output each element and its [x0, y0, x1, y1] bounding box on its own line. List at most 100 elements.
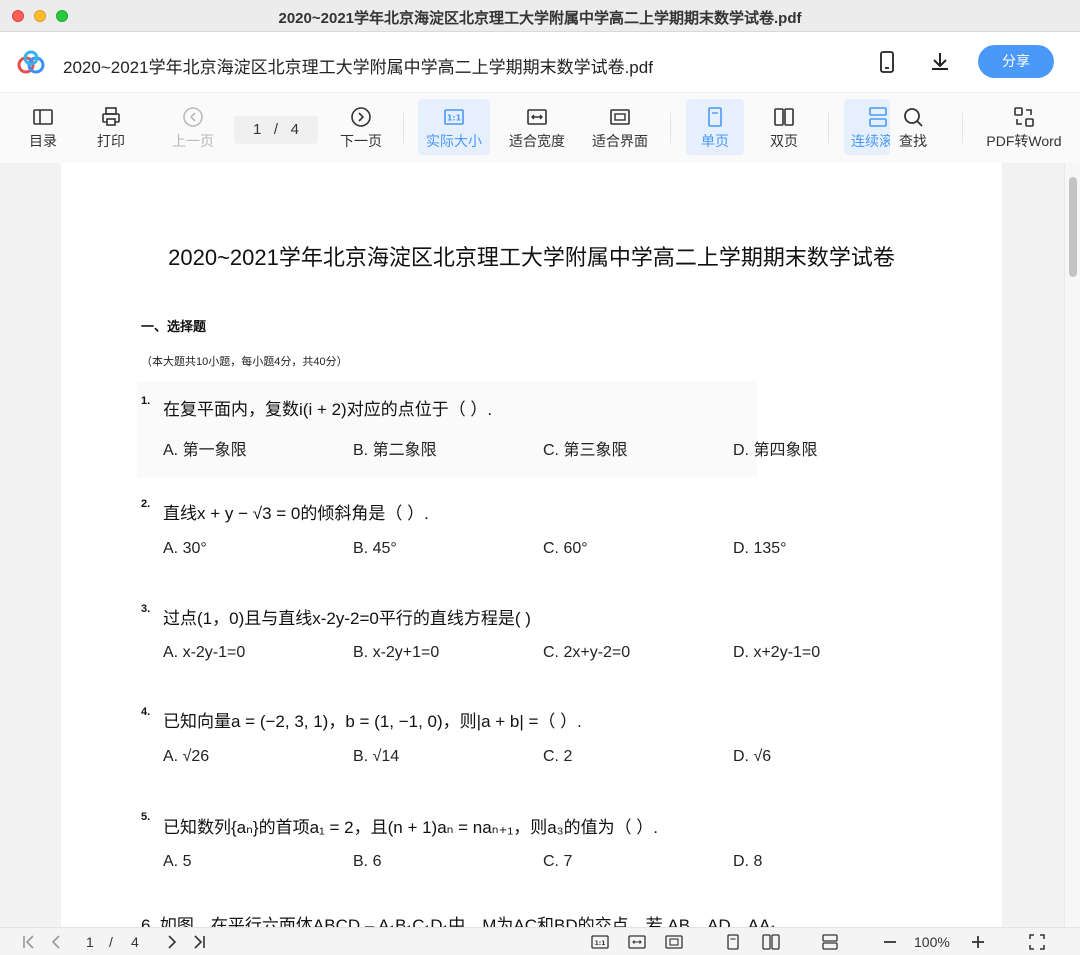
- next-page-label: 下一页: [340, 133, 382, 149]
- option-a: A. 5: [163, 853, 192, 870]
- question-number: 1.: [141, 395, 151, 407]
- option-b: B. x-2y+1=0: [353, 644, 440, 661]
- option-c: C. 第三象限: [543, 442, 628, 459]
- toc-label: 目录: [29, 133, 57, 149]
- page-separator: /: [273, 121, 279, 138]
- single-page-icon[interactable]: [724, 933, 742, 951]
- fit-page-label: 适合界面: [592, 133, 648, 149]
- continuous-scroll-button[interactable]: 连续滚: [844, 99, 890, 155]
- option-d: D. 8: [733, 853, 763, 870]
- single-page-button[interactable]: 单页: [686, 99, 744, 155]
- zoom-level[interactable]: 100%: [914, 934, 950, 950]
- window-titlebar: 2020~2021学年北京海淀区北京理工大学附属中学高二上学期期末数学试卷.pd…: [0, 0, 1080, 32]
- double-page-icon: [774, 108, 794, 126]
- fit-page-icon: [610, 109, 630, 125]
- continuous-scroll-icon[interactable]: [821, 933, 839, 951]
- search-button[interactable]: 查找: [890, 99, 936, 155]
- option-a: A. 第一象限: [163, 442, 247, 459]
- section-note: （本大题共10小题，每小题4分，共40分）: [141, 356, 348, 368]
- prev-page-label: 上一页: [172, 133, 214, 149]
- pdf-page: 2020~2021学年北京海淀区北京理工大学附属中学高二上学期期末数学试卷 一、…: [61, 163, 1002, 927]
- fit-width-button[interactable]: 适合宽度: [503, 99, 571, 155]
- convert-icon: [1014, 107, 1034, 127]
- next-page-icon[interactable]: [162, 933, 180, 951]
- toolbar-divider: [403, 113, 404, 143]
- actual-size-label: 实际大小: [426, 133, 482, 149]
- question-text: 已知数列{aₙ}的首项a₁ = 2，且(n + 1)aₙ = naₙ₊₁，则a₃…: [163, 818, 659, 837]
- share-button[interactable]: 分享: [978, 45, 1054, 78]
- bottom-total-pages: 4: [131, 934, 139, 950]
- option-b: B. √14: [353, 748, 400, 765]
- question-text-partial: 6. 如图，在平行六面体ABCD – A₁B₁C₁D₁中，M为AC和BD的交点，…: [141, 916, 777, 927]
- question-number: 2.: [141, 498, 151, 510]
- window-title: 2020~2021学年北京海淀区北京理工大学附属中学高二上学期期末数学试卷.pd…: [278, 10, 802, 27]
- page-number-input[interactable]: 1 / 4: [234, 116, 318, 144]
- actual-size-icon[interactable]: 1:1: [591, 933, 609, 951]
- sidebar-icon: [33, 109, 53, 125]
- fit-page-icon[interactable]: [665, 933, 683, 951]
- option-d: D. x+2y-1=0: [733, 644, 821, 661]
- search-icon: [904, 108, 923, 127]
- total-pages: 4: [290, 121, 299, 138]
- print-button[interactable]: 打印: [86, 99, 136, 155]
- continuous-scroll-icon: [869, 107, 887, 127]
- print-label: 打印: [97, 133, 125, 149]
- option-a: A. 30°: [163, 540, 207, 557]
- option-a: A. x-2y-1=0: [163, 644, 246, 661]
- zoom-out-icon[interactable]: [881, 933, 899, 951]
- actual-size-button[interactable]: 1:1 实际大小: [418, 99, 490, 155]
- document-title: 2020~2021学年北京海淀区北京理工大学附属中学高二上学期期末数学试卷: [168, 245, 895, 270]
- question-text: 在复平面内，复数i(i + 2)对应的点位于（ ）.: [163, 400, 493, 419]
- option-b: B. 45°: [353, 540, 397, 557]
- option-a: A. √26: [163, 748, 210, 765]
- question-number: 3.: [141, 603, 151, 615]
- search-label: 查找: [899, 133, 927, 149]
- prev-page-icon[interactable]: [48, 933, 66, 951]
- document-name: 2020~2021学年北京海淀区北京理工大学附属中学高二上学期期末数学试卷.pd…: [63, 58, 653, 77]
- question-text: 直线x + y − √3 = 0的倾斜角是（ ）.: [163, 504, 429, 523]
- option-d: D. 第四象限: [733, 442, 818, 459]
- single-page-label: 单页: [701, 133, 729, 149]
- scrollbar-thumb[interactable]: [1069, 177, 1077, 277]
- last-page-icon[interactable]: [190, 933, 208, 951]
- double-page-button[interactable]: 双页: [757, 99, 811, 155]
- download-icon[interactable]: [928, 50, 952, 74]
- option-c: C. 7: [543, 853, 573, 870]
- toc-button[interactable]: 目录: [18, 99, 68, 155]
- option-d: D. √6: [733, 748, 772, 765]
- pdf-to-word-label: PDF转Word: [986, 133, 1062, 149]
- mobile-icon[interactable]: [875, 50, 899, 74]
- first-page-icon[interactable]: [20, 933, 38, 951]
- single-page-icon: [708, 107, 722, 127]
- toolbar: 目录 打印 上一页 1 / 4 下一页 1:1 实际大小 适合宽度 适合界面 单…: [0, 93, 1080, 163]
- fit-width-icon[interactable]: [628, 933, 646, 951]
- fit-page-button[interactable]: 适合界面: [586, 99, 654, 155]
- bottom-page-separator: /: [109, 934, 113, 950]
- actual-size-icon: 1:1: [444, 109, 464, 125]
- app-logo-icon: [17, 50, 45, 74]
- bottom-bar: 1 / 4 1:1 100%: [0, 927, 1080, 955]
- next-page-button[interactable]: 下一页: [334, 99, 388, 155]
- option-c: C. 2: [543, 748, 573, 765]
- pdf-to-word-button[interactable]: PDF转Word: [982, 99, 1066, 155]
- fullscreen-icon[interactable]: [1028, 933, 1046, 951]
- option-c: C. 2x+y-2=0: [543, 644, 631, 661]
- prev-page-button[interactable]: 上一页: [166, 99, 220, 155]
- section-heading: 一、选择题: [141, 319, 207, 334]
- option-d: D. 135°: [733, 540, 787, 557]
- question-number: 4.: [141, 706, 151, 718]
- option-c: C. 60°: [543, 540, 588, 557]
- option-b: B. 6: [353, 853, 382, 870]
- fit-width-label: 适合宽度: [509, 133, 565, 149]
- document-viewer[interactable]: 2020~2021学年北京海淀区北京理工大学附属中学高二上学期期末数学试卷 一、…: [0, 163, 1080, 927]
- svg-text:1:1: 1:1: [447, 114, 462, 123]
- toolbar-divider: [670, 113, 671, 143]
- option-b: B. 第二象限: [353, 442, 437, 459]
- app-header: 2020~2021学年北京海淀区北京理工大学附属中学高二上学期期末数学试卷.pd…: [0, 32, 1080, 93]
- vertical-scrollbar[interactable]: [1064, 163, 1080, 927]
- bottom-current-page[interactable]: 1: [86, 934, 94, 950]
- toolbar-divider: [828, 113, 829, 143]
- circle-chevron-left-icon: [183, 107, 203, 127]
- zoom-in-icon[interactable]: [969, 933, 987, 951]
- double-page-icon[interactable]: [762, 933, 780, 951]
